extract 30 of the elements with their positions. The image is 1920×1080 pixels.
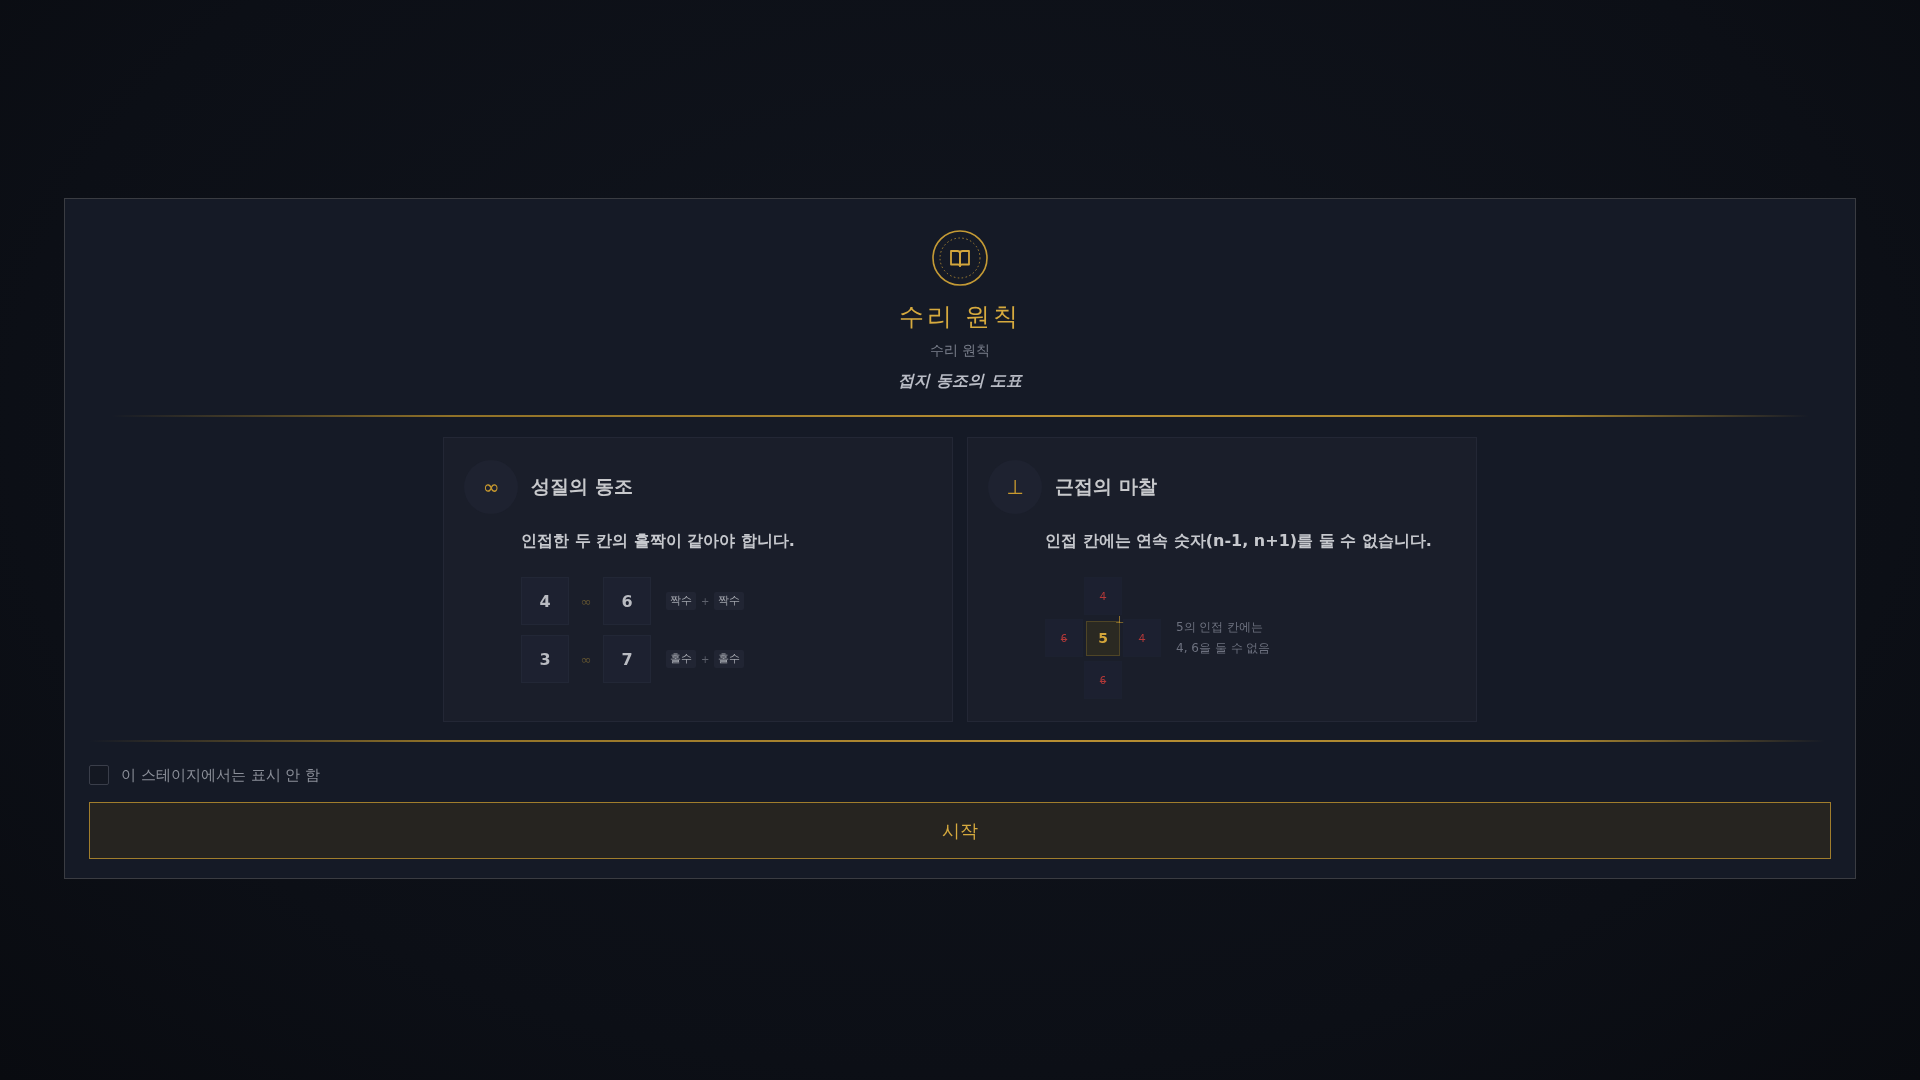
dialog-caption: 접지 동조의 도표 bbox=[898, 370, 1022, 392]
parity-label: 홀수 bbox=[714, 650, 745, 668]
dialog-subtitle: 수리 원칙 bbox=[929, 341, 991, 360]
checkbox-label: 이 스테이지에서는 표시 안 함 bbox=[121, 765, 321, 785]
infinity-icon: ∞ bbox=[464, 460, 518, 514]
dialog-title: 수리 원칙 bbox=[898, 301, 1022, 333]
start-button[interactable]: 시작 bbox=[89, 802, 1831, 859]
rule-description: 인접 칸에는 연속 숫자(n-1, n+1)를 둘 수 없습니다. bbox=[1045, 530, 1433, 552]
number-tile: 6 bbox=[603, 577, 651, 625]
link-symbol: ∞ bbox=[579, 651, 593, 667]
number-tile: 4 bbox=[1123, 619, 1161, 657]
link-symbol: ∞ bbox=[579, 593, 593, 609]
number-tile: 6 bbox=[1084, 661, 1122, 699]
parity-label: 짝수 bbox=[714, 592, 745, 610]
number-tile: 7 bbox=[603, 635, 651, 683]
number-tile: 4 bbox=[1084, 577, 1122, 615]
number-tile: 6 bbox=[1045, 619, 1083, 657]
number-tile: 4 bbox=[521, 577, 569, 625]
number-tile: 3 bbox=[521, 635, 569, 683]
card-title: 근접의 마찰 bbox=[1055, 474, 1157, 499]
rule-description: 인접한 두 칸의 홀짝이 같아야 합니다. bbox=[521, 530, 796, 552]
card-title: 성질의 동조 bbox=[531, 474, 633, 499]
diagram-note: 5의 인접 칸에는 4, 6을 둘 수 없음 bbox=[1176, 619, 1271, 657]
perpendicular-icon: ⊥ bbox=[988, 460, 1042, 514]
parity-label: 홀수 bbox=[666, 650, 696, 668]
plus-sign: + bbox=[701, 653, 710, 665]
parity-label: 짝수 bbox=[666, 592, 696, 610]
plus-sign: + bbox=[701, 595, 710, 607]
checkbox[interactable] bbox=[89, 765, 109, 785]
book-icon bbox=[932, 230, 988, 286]
